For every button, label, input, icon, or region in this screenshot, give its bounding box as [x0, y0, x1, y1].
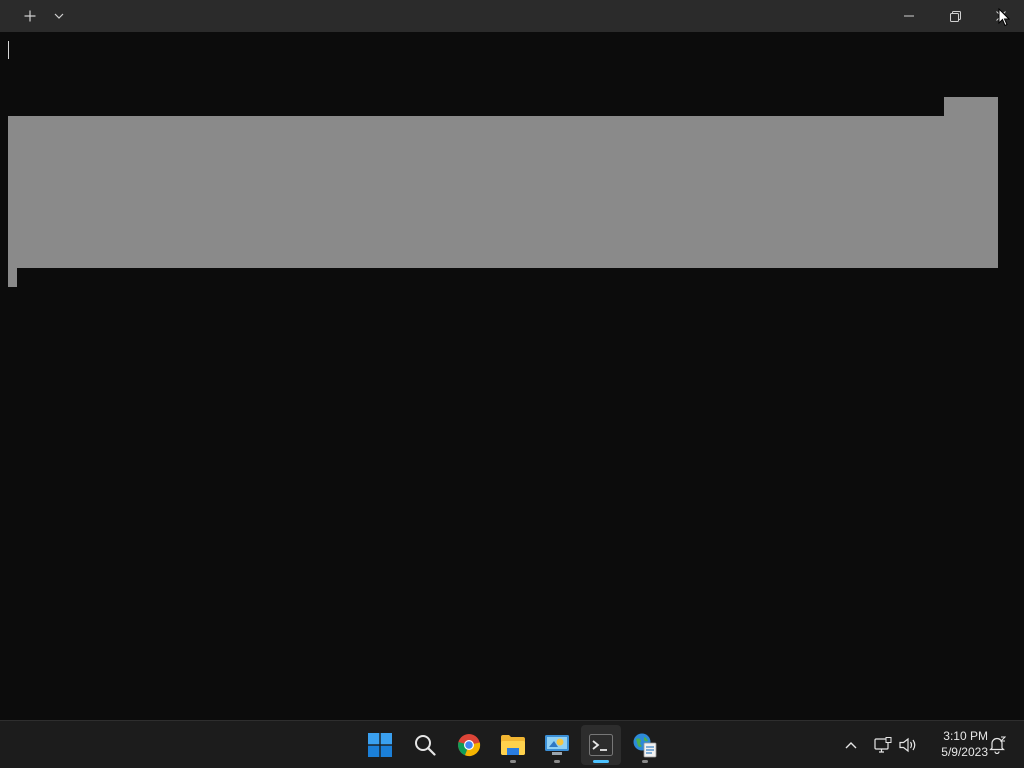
chrome-icon: [458, 734, 481, 757]
text-selection: [8, 116, 998, 268]
start-button[interactable]: [360, 725, 400, 765]
search-icon: [415, 735, 436, 756]
text-selection: [944, 97, 998, 117]
running-indicator: [554, 760, 560, 763]
restore-button[interactable]: [932, 0, 978, 32]
control-panel-button[interactable]: [537, 725, 577, 765]
network-icon: [874, 737, 892, 753]
desktop: 3:10 PM 5/9/2023: [0, 0, 1024, 768]
volume-icon: [899, 737, 916, 753]
text-cursor: [8, 41, 9, 59]
chevron-down-icon: [54, 13, 64, 19]
running-indicator: [642, 760, 648, 763]
windows-start-icon: [368, 733, 392, 757]
mouse-pointer-icon: [998, 8, 1010, 27]
new-tab-button[interactable]: [18, 0, 42, 32]
chrome-button[interactable]: [449, 725, 489, 765]
terminal-icon: [589, 734, 613, 756]
plus-icon: [24, 10, 36, 22]
tab-dropdown-button[interactable]: [50, 0, 68, 32]
volume-button[interactable]: [897, 733, 919, 757]
clock-time: 3:10 PM: [943, 729, 988, 743]
network-button[interactable]: [872, 733, 894, 757]
control-panel-icon: [545, 735, 569, 755]
network-app-button[interactable]: [625, 725, 665, 765]
globe-doc-icon: [633, 733, 657, 758]
clock-date: 5/9/2023: [941, 745, 988, 759]
clock[interactable]: 3:10 PM 5/9/2023: [924, 728, 988, 760]
notification-icon: [989, 736, 1006, 754]
active-indicator: [593, 760, 609, 763]
terminal-pane[interactable]: [0, 32, 1024, 720]
show-hidden-icons-button[interactable]: [840, 733, 862, 757]
search-button[interactable]: [405, 725, 445, 765]
running-indicator: [510, 760, 516, 763]
minimize-button[interactable]: [886, 0, 932, 32]
notification-button[interactable]: [986, 733, 1008, 757]
restore-icon: [949, 10, 961, 22]
chevron-up-icon: [845, 742, 857, 749]
file-explorer-button[interactable]: [493, 725, 533, 765]
terminal-button[interactable]: [581, 725, 621, 765]
minimize-icon: [904, 15, 914, 17]
taskbar: [0, 720, 1024, 768]
title-bar: [0, 0, 1024, 32]
text-selection: [8, 267, 17, 287]
folder-icon: [501, 735, 525, 755]
